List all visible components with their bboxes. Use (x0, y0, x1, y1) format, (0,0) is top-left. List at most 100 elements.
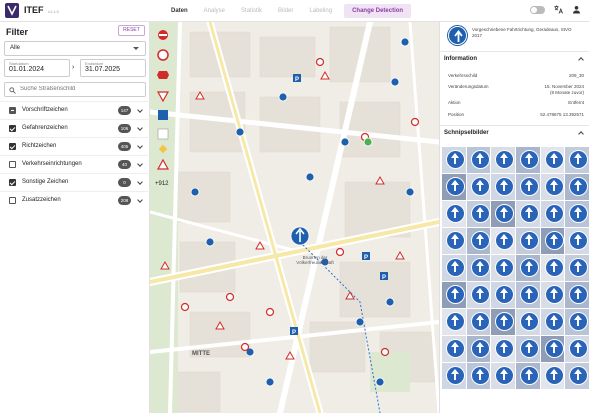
start-date-field[interactable]: Startdatum 01.01.2024 (4, 59, 70, 77)
category-checkbox[interactable] (9, 179, 16, 186)
snippet-thumbnail[interactable] (466, 228, 491, 254)
snippet-thumbnail[interactable] (515, 201, 540, 227)
category-gefahrenzeichen[interactable]: Gefahrenzeichen 106 (0, 119, 150, 137)
tab-labeling[interactable]: Labeling (301, 4, 340, 18)
snippet-thumbnail[interactable] (466, 147, 491, 173)
snippet-thumbnail[interactable] (466, 363, 491, 389)
snippet-thumbnail[interactable] (442, 147, 466, 173)
tab-change-detection[interactable]: Change Detection (344, 4, 412, 18)
chevron-down-icon[interactable] (137, 107, 143, 113)
snippet-thumbnail[interactable] (565, 174, 589, 200)
snippet-thumbnail[interactable] (491, 255, 515, 281)
images-title[interactable]: Schnipselbilder (444, 130, 489, 136)
snippet-thumbnail[interactable] (466, 282, 491, 308)
snippet-thumbnail[interactable] (540, 282, 565, 308)
arrow-up-icon (549, 207, 558, 212)
category-zusatzzeichen[interactable]: Zusatzzeichen 208 (0, 191, 150, 209)
snippet-thumbnail[interactable] (565, 201, 589, 227)
snippet-thumbnail[interactable] (565, 336, 589, 362)
category-checkbox[interactable] (9, 143, 16, 150)
snippet-thumbnail[interactable] (442, 282, 466, 308)
snippet-thumbnail[interactable] (540, 255, 565, 281)
snippet-thumbnail[interactable] (540, 174, 565, 200)
snippet-thumbnail[interactable] (540, 336, 565, 362)
snippet-thumbnail[interactable] (466, 336, 491, 362)
snippet-thumbnail[interactable] (466, 201, 491, 227)
info-value-relative: (8 Monate zuvor) (549, 90, 584, 95)
translate-icon[interactable] (554, 5, 563, 14)
category-richtzeichen[interactable]: Richtzeichen 405 (0, 137, 150, 155)
category-vorschriftzeichen[interactable]: Vorschriftzeichen 147 (0, 101, 150, 119)
map-view[interactable]: P P P P Brunnen der Völkerfreundschaft MITT… (150, 22, 439, 413)
more-signs-count[interactable]: +912 (155, 181, 169, 187)
snippet-thumbnail[interactable] (491, 174, 515, 200)
chevron-up-icon[interactable] (578, 131, 584, 137)
tab-statistik[interactable]: Statistik (233, 4, 270, 18)
snippet-thumbnail[interactable] (515, 309, 540, 335)
snippet-thumbnail[interactable] (491, 336, 515, 362)
snippet-thumbnail[interactable] (540, 228, 565, 254)
snippet-thumbnail[interactable] (515, 363, 540, 389)
end-date-field[interactable]: Enddatum 31.07.2025 (80, 59, 146, 77)
snippet-thumbnail[interactable] (540, 147, 565, 173)
chevron-up-icon[interactable] (578, 57, 584, 63)
chevron-down-icon[interactable] (137, 197, 143, 203)
reset-button[interactable]: RESET (118, 25, 145, 36)
snippet-thumbnail[interactable] (442, 363, 466, 389)
snippet-thumbnail[interactable] (565, 363, 589, 389)
snippet-thumbnail[interactable] (515, 336, 540, 362)
category-sonstige-zeichen[interactable]: Sonstige Zeichen 0 (0, 173, 150, 191)
chevron-down-icon[interactable] (137, 179, 143, 185)
snippet-thumbnail[interactable] (491, 282, 515, 308)
category-checkbox[interactable] (9, 107, 16, 114)
snippet-thumbnail[interactable] (466, 174, 491, 200)
scope-select[interactable]: Alle (4, 41, 146, 56)
svg-text:P: P (292, 330, 296, 336)
snippet-thumbnail[interactable] (515, 174, 540, 200)
info-value: Entfernt (568, 100, 584, 105)
category-checkbox[interactable] (9, 125, 16, 132)
snippet-thumbnail[interactable] (515, 228, 540, 254)
theme-toggle[interactable] (530, 5, 545, 14)
snippet-thumbnail[interactable] (442, 174, 466, 200)
tab-daten[interactable]: Daten (163, 4, 196, 18)
snippet-thumbnail[interactable] (466, 309, 491, 335)
snippet-thumbnail[interactable] (515, 147, 540, 173)
snippet-thumbnail[interactable] (442, 336, 466, 362)
category-checkbox[interactable] (9, 197, 16, 204)
street-search-input[interactable] (20, 86, 140, 92)
chevron-down-icon[interactable] (137, 125, 143, 131)
snippet-thumbnail[interactable] (515, 255, 540, 281)
snippet-thumbnail[interactable] (442, 228, 466, 254)
snippet-thumbnail[interactable] (491, 201, 515, 227)
snippet-thumbnail[interactable] (491, 309, 515, 335)
snippet-thumbnail[interactable] (540, 363, 565, 389)
tab-bilder[interactable]: Bilder (270, 4, 301, 18)
category-checkbox[interactable] (9, 161, 16, 168)
snippet-thumbnail[interactable] (442, 201, 466, 227)
account-icon[interactable] (572, 5, 581, 14)
arrow-up-icon (500, 207, 509, 212)
snippet-thumbnail[interactable] (565, 255, 589, 281)
snippet-thumbnail[interactable] (442, 255, 466, 281)
snippet-thumbnail[interactable] (565, 282, 589, 308)
snippet-thumbnail[interactable] (565, 309, 589, 335)
information-title[interactable]: Information (444, 56, 477, 62)
snippet-thumbnail[interactable] (565, 147, 589, 173)
snippet-thumbnail[interactable] (442, 309, 466, 335)
snippet-thumbnail[interactable] (565, 228, 589, 254)
snippet-thumbnail[interactable] (491, 363, 515, 389)
snippet-thumbnail[interactable] (491, 228, 515, 254)
snippet-thumbnail[interactable] (515, 282, 540, 308)
chevron-down-icon[interactable] (137, 161, 143, 167)
snippet-thumbnail[interactable] (540, 309, 565, 335)
snippet-thumbnail[interactable] (466, 255, 491, 281)
info-value: 209_30 (568, 73, 584, 78)
snippet-thumbnail[interactable] (491, 147, 515, 173)
category-verkehrseinrichtungen[interactable]: Verkehrseinrichtungen 40 (0, 155, 150, 173)
chevron-down-icon[interactable] (137, 143, 143, 149)
street-search[interactable] (4, 82, 146, 97)
tab-analyse[interactable]: Analyse (196, 4, 233, 18)
snippet-thumbnail[interactable] (540, 201, 565, 227)
arrow-up-icon (524, 234, 533, 239)
